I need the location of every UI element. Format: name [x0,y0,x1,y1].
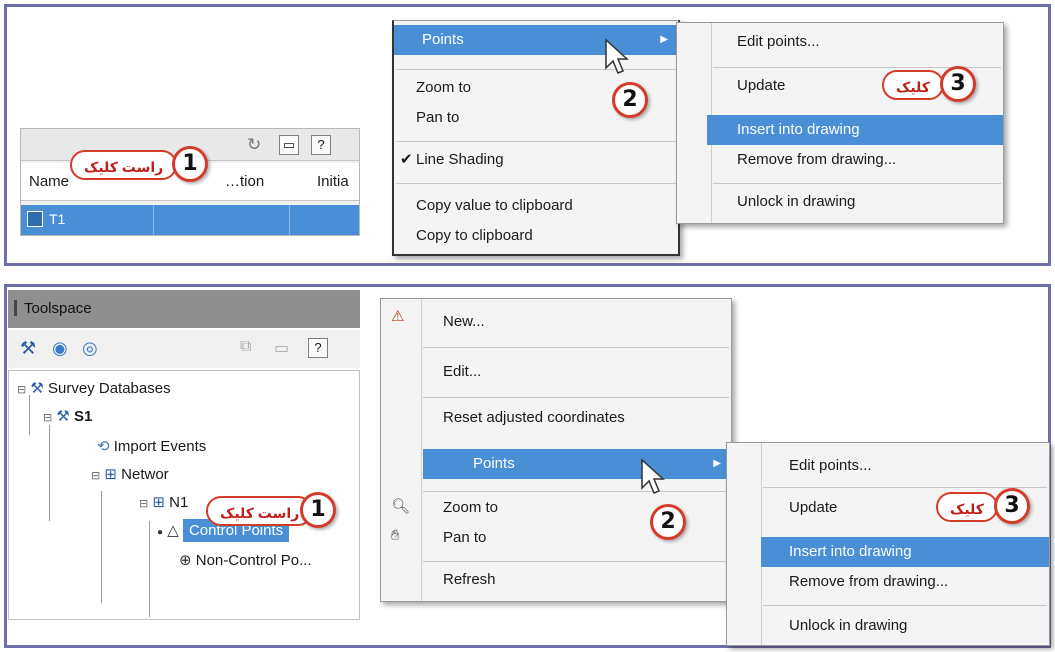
menu-item-new[interactable]: New... [381,307,731,337]
survey-database-icon: ⚒ [56,408,70,425]
control-point-icon: △ [167,522,179,539]
step3-callout: کلیک [936,492,998,522]
non-control-point-icon: ⊕ [179,552,192,569]
step1-callout: راست کلیک [206,496,314,526]
submenu-item-unlock-in-drawing[interactable]: Unlock in drawing [727,611,1049,641]
menu-item-edit[interactable]: Edit... [381,357,731,387]
tree-connector [149,521,150,617]
menu-separator [396,183,676,184]
menu-separator [423,561,729,562]
step2-badge: 2 [612,82,648,118]
prospector-grid-panel: ↻ ▭ ? Name …tion Initia T1 [20,128,360,236]
row-name: T1 [49,211,66,227]
collapse-icon[interactable]: ⊟ [17,384,26,396]
tree-item-s1[interactable]: ⊟ ⚒ S1 [43,407,92,425]
column-name[interactable]: Name [29,173,69,190]
mouse-cursor-icon [605,38,629,74]
toolspace-titlebar: Toolspace [8,290,360,328]
grip-icon [14,300,17,316]
submenu-item-edit-points[interactable]: Edit points... [677,27,1003,57]
globe-refresh-icon[interactable]: ◎ [82,338,98,359]
context-menu: Points ▶ Zoom to Pan to ✔ Line Shading Cop… [392,20,680,256]
network-icon: ⊞ [104,466,117,483]
menu-gutter [421,299,422,601]
save-icon[interactable]: ▭ [279,135,299,155]
import-events-icon: ⟲ [97,438,110,455]
submenu-item-insert-into-drawing[interactable]: Insert into drawing [707,115,1003,145]
submenu: Edit points... Update Insert into drawin… [726,442,1050,646]
expand-icon[interactable]: ● [157,527,163,538]
submenu-item-insert-into-drawing[interactable]: Insert into drawing [761,537,1049,567]
menu-separator [763,487,1047,488]
submenu-item-unlock-in-drawing[interactable]: Unlock in drawing [677,187,1003,217]
menu-item-points[interactable]: Points ▶ [423,449,731,479]
point-group-icon [27,211,43,227]
tree-connector [49,425,50,521]
refresh-icon[interactable]: ↻ [247,135,261,155]
survey-database-icon[interactable]: ⚒ [20,338,36,359]
network-icon: ⊞ [152,494,165,511]
collapse-icon[interactable]: ⊟ [139,498,148,510]
collapse-icon[interactable]: ⊟ [91,470,100,482]
survey-database-icon: ⚒ [30,380,44,397]
toolspace-title: Toolspace [24,300,92,317]
menu-item-copy-clipboard[interactable]: Copy to clipboard [394,221,678,251]
menu-separator [763,605,1047,606]
step3-callout: کلیک [882,70,944,100]
tree-item-networks[interactable]: ⊟ ⊞ Networ [91,465,169,483]
step1-badge: 1 [300,492,336,528]
mouse-cursor-icon [641,458,665,494]
menu-item-copy-value[interactable]: Copy value to clipboard [394,191,678,221]
column-description[interactable]: …tion [225,173,264,190]
menu-item-refresh[interactable]: Refresh [381,565,731,595]
menu-separator [423,397,729,398]
step3-badge: 3 [940,66,976,102]
tree-item-import-events[interactable]: ⟲ Import Events [97,437,206,455]
tree-item-survey-databases[interactable]: ⊟ ⚒ Survey Databases [17,379,171,397]
tree-connector [29,395,30,435]
collapse-icon[interactable]: ⊟ [43,412,52,424]
submenu-arrow-icon: ▶ [660,34,668,45]
column-initial[interactable]: Initia [317,173,349,190]
help-icon[interactable]: ? [308,338,328,358]
tree-item-n1[interactable]: ⊟ ⊞ N1 [139,493,188,511]
submenu-arrow-icon: ▶ [713,458,721,469]
menu-separator [423,491,729,492]
step3-badge: 3 [994,488,1030,524]
submenu-item-remove-from-drawing[interactable]: Remove from drawing... [677,145,1003,175]
step2-badge: 2 [650,504,686,540]
menu-separator [423,347,729,348]
menu-item-points[interactable]: Points ▶ [394,25,678,55]
table-row[interactable]: T1 [21,205,359,235]
menu-separator [713,183,1001,184]
menu-item-reset-adjusted[interactable]: Reset adjusted coordinates [381,403,731,433]
help-icon[interactable]: ? [311,135,331,155]
toolspace-panel: Toolspace ⚒ ◉ ◎ ⧉ ▭ ? ⊟ ⚒ Survey Databas… [8,290,360,620]
step1-badge: 1 [172,146,208,182]
step1-callout: راست کلیک [70,150,178,180]
menu-separator [396,69,676,70]
globe-icon[interactable]: ◉ [52,338,68,359]
cell-divider [153,205,154,235]
panel-icon[interactable]: ▭ [274,338,289,358]
tree-connector [101,491,102,603]
submenu-item-edit-points[interactable]: Edit points... [727,451,1049,481]
tree-item-non-control-points[interactable]: ⊕ Non-Control Po... [179,551,312,569]
check-icon: ✔ [400,151,413,168]
toolspace-toolbar: ⚒ ◉ ◎ ⧉ ▭ ? [8,330,360,368]
cell-divider [289,205,290,235]
submenu: Edit points... Update Insert into drawin… [676,22,1004,224]
menu-separator [396,141,676,142]
context-menu: ⚠ New... Edit... Reset adjusted coordina… [380,298,732,602]
menu-item-line-shading[interactable]: ✔ Line Shading [394,145,678,175]
submenu-item-remove-from-drawing[interactable]: Remove from drawing... [727,567,1049,597]
tile-icon[interactable]: ⧉ [240,338,251,356]
